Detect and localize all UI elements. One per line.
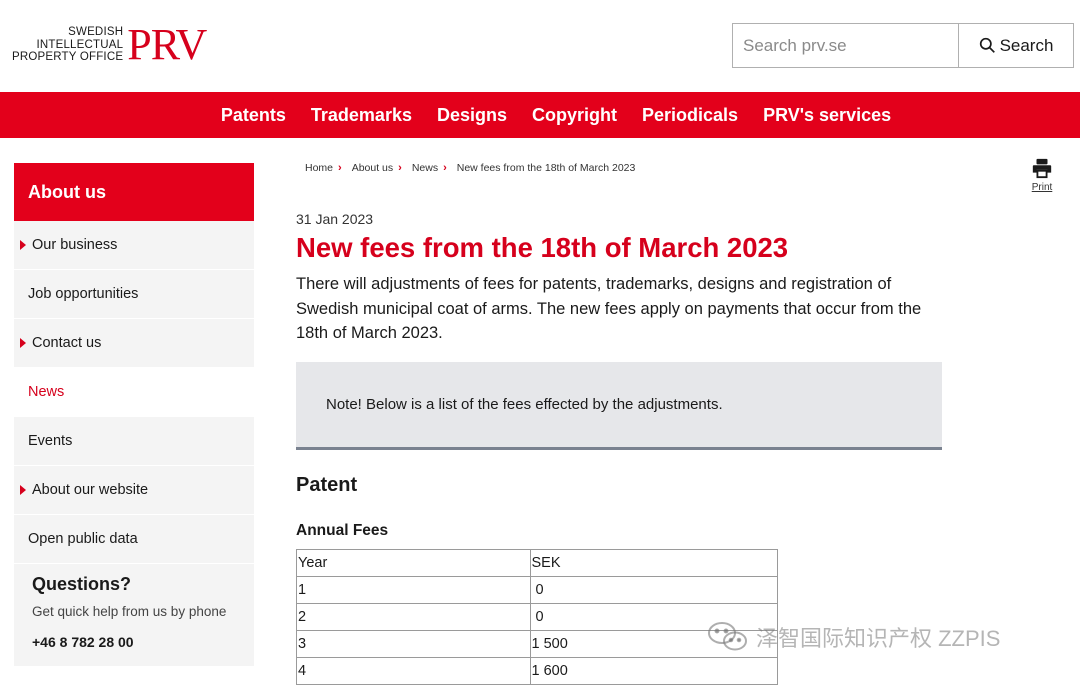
nav-item-designs[interactable]: Designs [424, 105, 519, 126]
nav-item-patents[interactable]: Patents [208, 105, 298, 126]
site-header: SWEDISH INTELLECTUAL PROPERTY OFFICE PRV… [0, 0, 1080, 92]
logo-line-2: INTELLECTUAL [36, 38, 124, 51]
logo-mark: PRV [127, 20, 207, 69]
annual-fees-table: Year SEK 1 0 2 0 3 1 500 4 1 600 [296, 549, 779, 685]
printer-icon [1032, 158, 1052, 179]
table-cell-year: 2 [296, 603, 531, 631]
breadcrumb-home[interactable]: Home [305, 162, 333, 174]
sidebar-item-events[interactable]: Events [14, 417, 254, 466]
table-cell-year: 1 [296, 576, 531, 604]
sidebar-item-news[interactable]: News [14, 368, 254, 417]
caret-right-icon [20, 338, 26, 348]
sidebar-item-label: Job opportunities [28, 286, 139, 302]
article-lead: There will adjustments of fees for paten… [296, 275, 922, 342]
table-row: 1 0 [296, 576, 779, 604]
nav-item-trademarks[interactable]: Trademarks [298, 105, 424, 126]
note-text: Note! Below is a list of the fees effect… [326, 396, 723, 413]
breadcrumb-current: New fees from the 18th of March 2023 [456, 162, 636, 174]
caret-right-icon [20, 485, 26, 495]
sidebar-item-open-public-data[interactable]: Open public data [14, 515, 254, 564]
sidebar-item-about-website[interactable]: About our website [14, 466, 254, 515]
search-icon [979, 37, 995, 53]
breadcrumb-news[interactable]: News [412, 162, 438, 174]
questions-subtitle: Get quick help from us by phone [32, 604, 227, 619]
watermark-text: 泽智国际知识产权 ZZPIS [756, 626, 1001, 651]
chevron-right-icon: › [443, 162, 447, 174]
logo-wordmark: SWEDISH INTELLECTUAL PROPERTY OFFICE [12, 26, 123, 64]
search-button-label: Search [999, 35, 1054, 55]
sidebar-item-our-business[interactable]: Our business [14, 221, 254, 270]
table-cell-year: 4 [296, 657, 531, 685]
chevron-right-icon: › [398, 162, 402, 174]
table-cell-sek: 0 [529, 576, 779, 604]
table-row: 4 1 600 [296, 657, 779, 685]
note-box: Note! Below is a list of the fees effect… [296, 362, 942, 450]
print-button[interactable]: Print [1024, 157, 1060, 193]
logo-line-3: PROPERTY OFFICE [12, 51, 124, 63]
sidebar-item-contact-us[interactable]: Contact us [14, 319, 254, 368]
nav-item-prv-services[interactable]: PRV's services [751, 105, 904, 126]
prv-logo[interactable]: SWEDISH INTELLECTUAL PROPERTY OFFICE PRV [12, 20, 207, 69]
watermark: 泽智国际知识产权 ZZPIS [706, 620, 1000, 654]
wechat-icon [708, 622, 747, 651]
column-header-sek: SEK [529, 549, 779, 577]
questions-title: Questions? [32, 574, 132, 594]
subheading-annual-fees: Annual Fees [296, 522, 389, 539]
chevron-right-icon: › [338, 162, 342, 174]
nav-item-periodicals[interactable]: Periodicals [630, 105, 751, 126]
article-date: 31 Jan 2023 [296, 211, 374, 227]
questions-phone[interactable]: +46 8 782 28 00 [32, 634, 254, 650]
sidebar: About us Our business Job opportunities … [14, 163, 254, 666]
main-nav: Patents Trademarks Designs Copyright Per… [0, 92, 1080, 138]
questions-box: Questions? Get quick help from us by pho… [14, 564, 254, 666]
caret-right-icon [20, 240, 26, 250]
sidebar-item-label: News [28, 384, 65, 400]
logo-line-1: SWEDISH [68, 26, 124, 38]
column-header-year: Year [296, 549, 531, 577]
search-bar: Search [732, 23, 1074, 68]
nav-item-copyright[interactable]: Copyright [520, 105, 630, 126]
sidebar-item-label: Events [28, 433, 73, 449]
breadcrumb-about-us[interactable]: About us [352, 162, 393, 174]
table-header-row: Year SEK [296, 549, 779, 577]
search-input[interactable] [733, 24, 959, 67]
table-cell-sek: 1 600 [529, 657, 779, 685]
sidebar-item-label: Open public data [28, 531, 138, 547]
sidebar-heading[interactable]: About us [14, 163, 254, 221]
sidebar-item-label: Contact us [32, 335, 102, 351]
sidebar-item-label: About our website [32, 482, 149, 498]
search-button[interactable]: Search [959, 24, 1073, 67]
print-label: Print [1031, 182, 1053, 193]
breadcrumb: Home › About us › News › New fees from t… [305, 162, 635, 174]
section-heading-patent: Patent [296, 474, 358, 496]
table-cell-year: 3 [296, 630, 531, 658]
sidebar-item-job-opportunities[interactable]: Job opportunities [14, 270, 254, 319]
page-title: New fees from the 18th of March 2023 [296, 232, 789, 263]
sidebar-item-label: Our business [32, 237, 118, 253]
